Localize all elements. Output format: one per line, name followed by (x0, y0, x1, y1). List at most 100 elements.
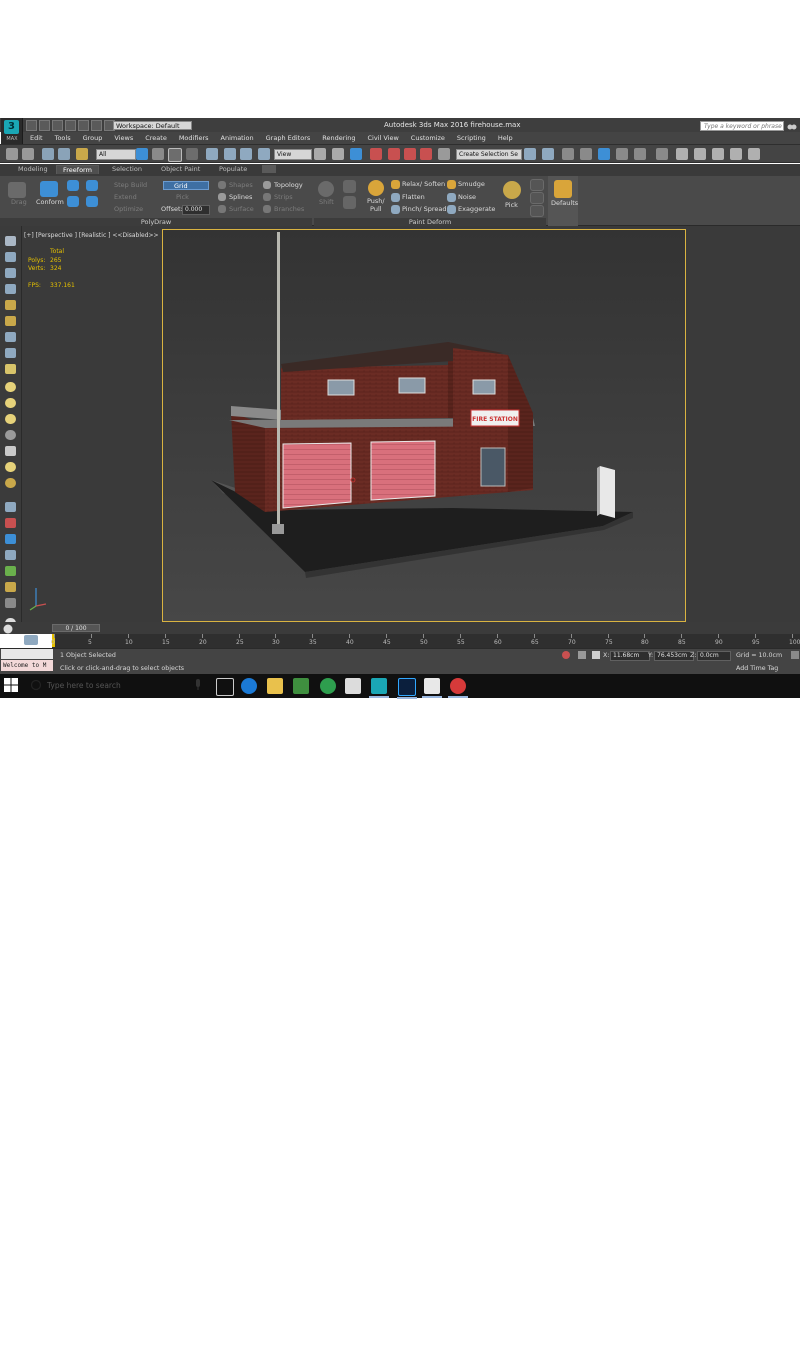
red-app-icon[interactable] (448, 678, 468, 698)
layer-explorer-icon[interactable] (562, 148, 574, 160)
pick-surface-button[interactable]: Pick (176, 193, 189, 201)
pick-option-icon-3[interactable] (530, 205, 544, 217)
task-view-icon[interactable] (216, 678, 234, 696)
step-build-button[interactable]: Step Build (114, 181, 147, 189)
relax-soften-button[interactable]: Relax/ Soften (402, 180, 445, 188)
tab-populate[interactable]: Populate (219, 165, 247, 173)
conform-icon[interactable] (40, 181, 58, 197)
frame-indicator-slider[interactable]: 0 / 100 (52, 624, 100, 632)
percent-snap-icon[interactable] (404, 148, 416, 160)
cone-icon[interactable] (5, 446, 16, 456)
edge-browser-icon[interactable] (241, 678, 257, 694)
sphere-icon[interactable] (5, 478, 16, 488)
3dsmax-taskbar-icon[interactable] (369, 678, 389, 698)
paint-deform-tool-icon-1[interactable] (343, 180, 356, 193)
polydraw-tool-icon-4[interactable] (86, 196, 98, 207)
menu-group[interactable]: Group (83, 134, 103, 142)
add-time-tag-button[interactable]: Add Time Tag (736, 665, 778, 672)
select-and-scale-icon[interactable] (240, 148, 252, 160)
align-icon[interactable] (542, 148, 554, 160)
geometry-filter-icon[interactable] (5, 364, 16, 374)
material-editor-icon[interactable] (634, 148, 646, 160)
select-and-place-icon[interactable] (258, 148, 270, 160)
absolute-mode-icon[interactable] (592, 651, 600, 659)
link-icon[interactable] (5, 518, 16, 528)
spacewarps-filter-icon[interactable] (5, 348, 16, 358)
window-crossing-icon[interactable] (186, 148, 198, 160)
optimize-button[interactable]: Optimize (114, 205, 143, 213)
time-slider-bar[interactable] (0, 622, 800, 634)
undo-icon[interactable] (65, 120, 76, 131)
windows-start-icon[interactable] (4, 678, 18, 692)
select-by-name-icon[interactable] (152, 148, 164, 160)
render-setup-icon[interactable] (656, 148, 668, 160)
polydraw-group-bar[interactable]: PolyDraw (0, 218, 312, 226)
splines-button[interactable]: Splines (229, 193, 252, 201)
render-iterative-icon[interactable] (712, 148, 724, 160)
smudge-button[interactable]: Smudge (458, 180, 485, 188)
photos-icon[interactable] (422, 678, 442, 698)
polydraw-tool-icon-3[interactable] (67, 196, 79, 207)
help-search-input[interactable]: Type a keyword or phrase (700, 121, 784, 131)
undo-icon[interactable] (6, 148, 18, 160)
maxscript-listener[interactable]: Welcome to M (1, 660, 53, 671)
helpers-filter-icon[interactable] (5, 332, 16, 342)
push-pull-icon[interactable] (368, 180, 384, 196)
curve-editor-icon[interactable] (598, 148, 610, 160)
select-object-icon[interactable] (136, 148, 148, 160)
menu-civil-view[interactable]: Civil View (367, 134, 398, 142)
flatten-button[interactable]: Flatten (402, 193, 425, 201)
tab-object-paint[interactable]: Object Paint (161, 165, 200, 173)
project-folder-icon[interactable] (91, 120, 102, 131)
render-production-icon[interactable] (694, 148, 706, 160)
menu-tools[interactable]: Tools (55, 134, 71, 142)
menu-modifiers[interactable]: Modifiers (179, 134, 209, 142)
defaults-icon[interactable] (554, 180, 572, 198)
snaps-toggle-icon[interactable] (370, 148, 382, 160)
rendered-frame-window-icon[interactable] (676, 148, 688, 160)
render-in-cloud-icon[interactable] (730, 148, 742, 160)
tree-icon[interactable] (5, 566, 16, 576)
pick-icon[interactable] (503, 181, 521, 199)
workspace-dropdown[interactable]: Workspace: Default (113, 121, 192, 130)
xbox-icon[interactable] (320, 678, 336, 694)
redo-icon[interactable] (22, 148, 34, 160)
mirror-icon[interactable] (524, 148, 536, 160)
reference-coordinate-dropdown[interactable]: View (274, 149, 312, 160)
schematic-view-icon[interactable] (616, 148, 628, 160)
redo-icon[interactable] (78, 120, 89, 131)
microphone-icon[interactable] (193, 679, 203, 691)
offset-input[interactable]: 0.000 (182, 205, 210, 215)
drag-icon[interactable] (8, 182, 26, 198)
particle-filter-icon[interactable] (5, 414, 16, 424)
paint-deform-group-bar[interactable]: Paint Deform (314, 218, 546, 226)
display-hierarchy-icon[interactable] (5, 268, 16, 278)
green-app-icon[interactable] (293, 678, 309, 694)
checker-icon[interactable] (5, 502, 16, 512)
paint-deform-tool-icon-2[interactable] (343, 196, 356, 209)
file-explorer-icon[interactable] (267, 678, 283, 694)
menu-rendering[interactable]: Rendering (322, 134, 355, 142)
track-bar-toggle-icon[interactable] (24, 635, 38, 645)
select-and-move-icon[interactable] (206, 148, 218, 160)
draw-on-grid-dropdown[interactable]: Grid (163, 181, 209, 190)
extend-button[interactable]: Extend (114, 193, 137, 201)
sun-light-icon[interactable] (5, 462, 16, 472)
named-selection-set-dropdown[interactable]: Create Selection Se (456, 149, 522, 160)
display-by-type-icon[interactable] (5, 252, 16, 262)
shift-icon[interactable] (318, 181, 334, 197)
keyboard-shortcut-override-icon[interactable] (350, 148, 362, 160)
shapes-button[interactable]: Shapes (229, 181, 253, 189)
select-and-link-icon[interactable] (42, 148, 54, 160)
polydraw-tool-icon-1[interactable] (67, 180, 79, 191)
polydraw-tool-icon-2[interactable] (86, 180, 98, 191)
maxscript-output[interactable] (1, 649, 53, 659)
filter-icon[interactable] (5, 598, 16, 608)
selection-lock-icon[interactable] (578, 651, 586, 659)
mini-curve-editor-icon[interactable] (2, 624, 14, 634)
new-file-icon[interactable] (26, 120, 37, 131)
surface-button[interactable]: Surface (229, 205, 254, 213)
photoshop-icon[interactable] (397, 678, 417, 699)
tab-freeform[interactable]: Freeform (56, 165, 99, 174)
auto-key-icon[interactable] (791, 651, 799, 659)
